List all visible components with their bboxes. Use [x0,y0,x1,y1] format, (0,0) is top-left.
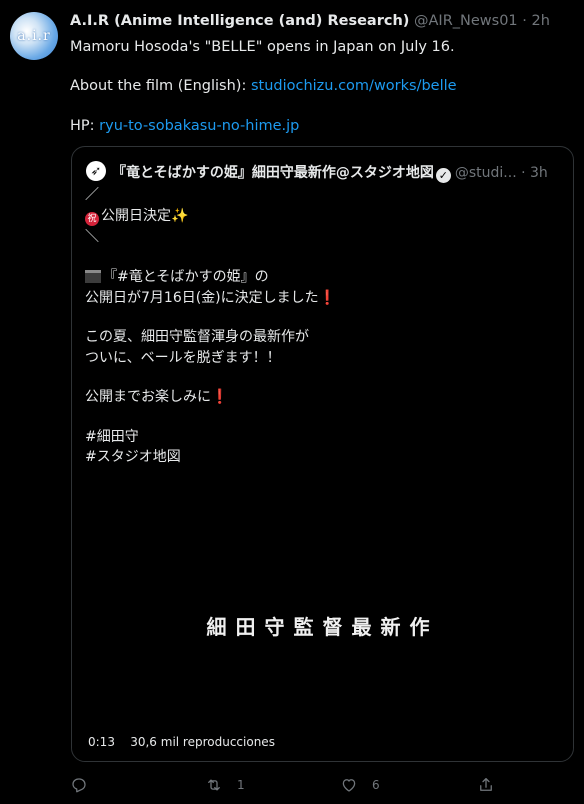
quote-line-3: ＼ [85,229,99,245]
retweet-button[interactable]: 1 [205,776,245,794]
quote-line-4: 『#竜とそばかすの姫』の [85,266,269,286]
studiochizu-link[interactable]: studiochizu.com/works/belle [251,78,457,94]
retweet-count: 1 [237,778,245,792]
release-date-text: 公開日が7月16日(金)に決定しました [85,290,319,306]
quoted-author-avatar[interactable]: ➶ [86,161,106,181]
video-duration: 0:13 [88,735,115,749]
quote-line-6: この夏、細田守監督渾身の最新作が [85,329,309,345]
quoted-header: 『竜とそばかすの姫』細田守最新作@スタジオ地図 ✓ @studi... · 3h [112,162,548,183]
homepage-link[interactable]: ryu-to-sobakasu-no-hime.jp [99,118,299,134]
like-icon [342,779,356,792]
look-forward-text: 公開までお楽しみに [85,389,211,405]
clapperboard-icon [85,270,101,283]
like-button[interactable]: 6 [340,776,380,794]
quoted-time[interactable]: 3h [530,165,548,181]
quote-line-2: 祝公開日決定✨ [85,205,188,226]
share-icon [480,777,492,791]
about-label: About the film (English): [70,78,251,94]
reply-icon [72,778,86,793]
tweet-time[interactable]: 2h [531,13,549,29]
author-avatar[interactable]: a.i.r [10,12,58,60]
quote-line-7: ついに、ベールを脱ぎます！！ [85,350,281,366]
video-title-card: 細田守監督最新作 [206,615,439,639]
quoted-handle[interactable]: @studi... [455,165,517,181]
share-button[interactable] [477,776,495,794]
quote-line-5: 公開日が7月16日(金)に決定しました❗ [85,287,336,307]
avatar-text: a.i.r [17,28,51,44]
author-handle[interactable]: @AIR_News01 [414,13,518,29]
video-views: 30,6 mil reproducciones [130,735,275,749]
hashtag-studio-chizu[interactable]: #スタジオ地図 [85,446,181,466]
tweet-line-2: About the film (English): studiochizu.co… [70,78,457,94]
exclamation-icon: ❗ [318,290,337,306]
quoted-separator: · [521,165,526,181]
quoted-tweet[interactable]: ➶ 『竜とそばかすの姫』細田守最新作@スタジオ地図 ✓ @studi... · 3h… [71,146,574,762]
bird-logo-icon: ➶ [90,163,102,179]
tweet-line-3: HP: ryu-to-sobakasu-no-hime.jp [70,118,299,134]
tweet-header: A.I.R (Anime Intelligence (and) Research… [70,13,550,29]
celebration-sign-icon: 祝 [85,212,99,226]
exclamation-icon: ❗ [211,389,229,405]
release-decided-text: 公開日決定 [101,208,171,224]
video-player[interactable]: 細田守監督最新作 0:13 30,6 mil reproducciones [72,477,573,761]
reply-button[interactable] [70,776,102,794]
hashtag-hosoda[interactable]: #細田守 [85,426,139,446]
quote-line-1: ／ [85,187,99,203]
hp-label: HP: [70,118,100,134]
verified-icon: ✓ [435,168,451,183]
sparkles-icon: ✨ [171,208,189,224]
like-count: 6 [372,778,380,792]
tweet-line-1: Mamoru Hosoda's "BELLE" opens in Japan o… [70,39,455,55]
video-info: 0:13 30,6 mil reproducciones [88,735,275,749]
header-separator: · [522,13,527,29]
action-bar: 1 6 [0,776,584,798]
film-title-text: 『#竜とそばかすの姫』の [103,269,269,285]
author-name[interactable]: A.I.R (Anime Intelligence (and) Research… [70,13,409,29]
quote-line-8: 公開までお楽しみに❗ [85,386,228,406]
retweet-icon [208,779,220,791]
quoted-author-name[interactable]: 『竜とそばかすの姫』細田守最新作@スタジオ地図 [112,165,434,181]
